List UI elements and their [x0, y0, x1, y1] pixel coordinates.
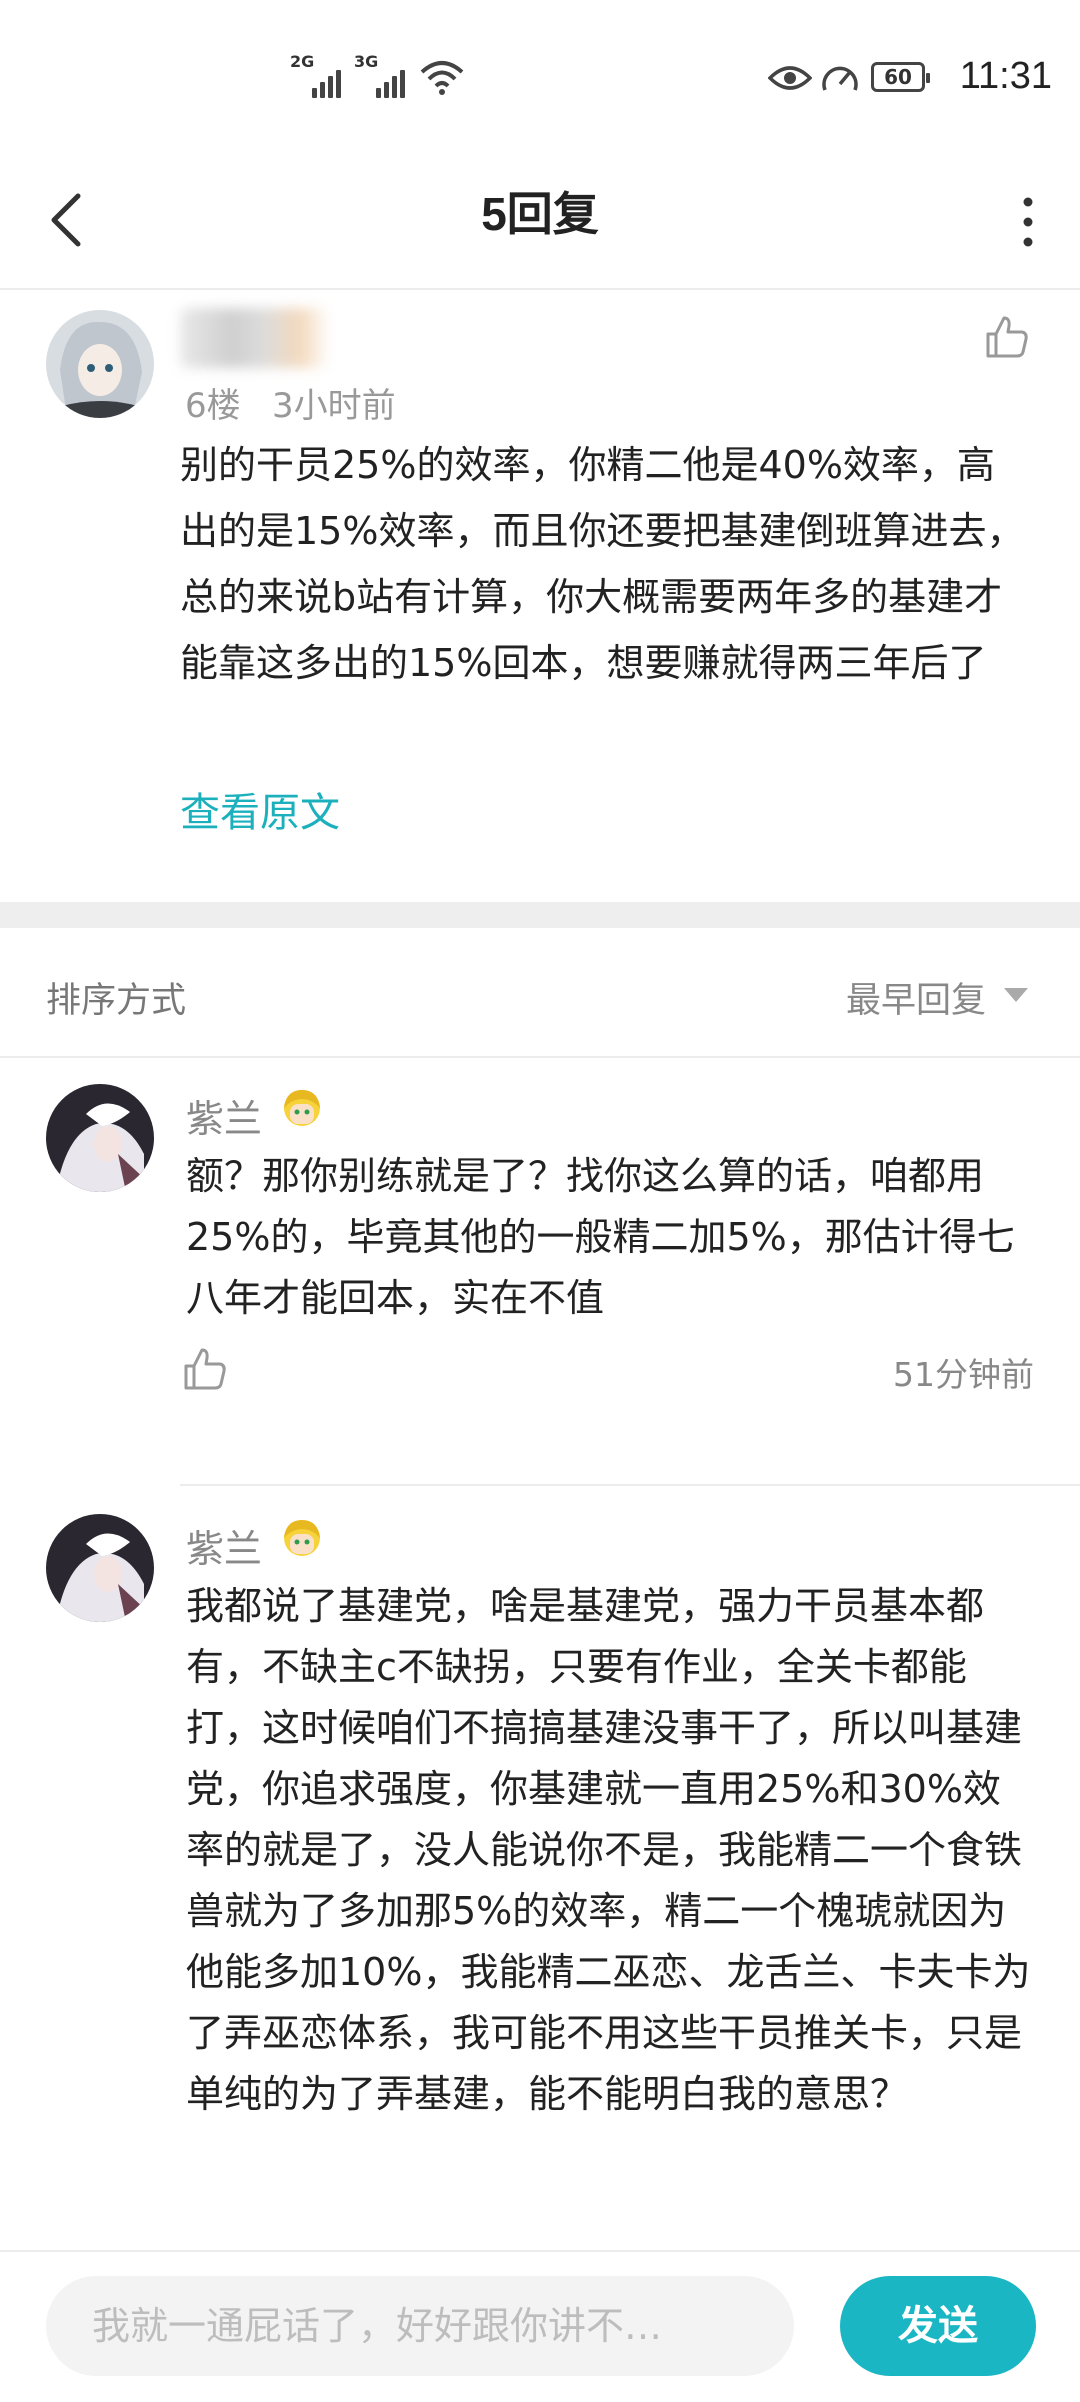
status-bar: 2G 3G 60 11:31	[0, 0, 1080, 160]
section-divider	[0, 902, 1080, 928]
reply-item: 紫兰 我都说了基建党，啥是基建党，强力干员基本都有，不缺主c不缺拐，只要有作业，…	[0, 1488, 1080, 2248]
view-original-link[interactable]: 查看原文	[180, 780, 340, 838]
main-post: 6楼 3小时前 别的干员25%的效率，你精二他是40%效率，高出的是15%效率，…	[0, 290, 1080, 902]
post-time: 3小时前	[272, 386, 396, 426]
reply-content: 额？那你别练就是了？找你这么算的话，咱都用25%的，毕竟其他的一般精二加5%，那…	[186, 1154, 1015, 1320]
user-badge-icon	[284, 1520, 320, 1556]
clock: 11:31	[959, 55, 1052, 97]
signal-3g-icon: 3G	[354, 52, 405, 98]
caret-down-icon[interactable]	[1004, 988, 1028, 1002]
top-bar: 5回复	[0, 160, 1080, 290]
thumbs-up-icon[interactable]	[982, 312, 1032, 362]
more-options-icon[interactable]	[1016, 190, 1040, 254]
user-badge-icon	[284, 1090, 320, 1126]
sort-row: 排序方式 最早回复	[0, 928, 1080, 1058]
speed-icon	[822, 66, 858, 91]
username-blurred	[180, 308, 330, 368]
reply-username[interactable]: 紫兰	[186, 1088, 262, 1143]
sort-dropdown[interactable]: 最早回复	[846, 972, 986, 1023]
reply-input[interactable]	[46, 2276, 794, 2376]
avatar[interactable]	[46, 1084, 154, 1192]
reply-username[interactable]: 紫兰	[186, 1518, 262, 1573]
reply-item: 紫兰 额？那你别练就是了？找你这么算的话，咱都用25%的，毕竟其他的一般精二加5…	[0, 1058, 1080, 1488]
battery-icon: 60	[871, 62, 930, 92]
sort-label: 排序方式	[46, 981, 187, 1021]
page-title: 5回复	[481, 188, 599, 240]
eye-icon	[768, 66, 812, 90]
reply-input-bar: 发送	[0, 2250, 1080, 2402]
floor-number: 6楼	[185, 386, 241, 426]
avatar[interactable]	[46, 1514, 154, 1622]
post-content: 别的干员25%的效率，你精二他是40%效率，高出的是15%效率，而且你还要把基建…	[180, 443, 1025, 685]
thumbs-up-icon[interactable]	[180, 1344, 230, 1394]
reply-content: 我都说了基建党，啥是基建党，强力干员基本都有，不缺主c不缺拐，只要有作业，全关卡…	[186, 1584, 1031, 2116]
reply-time: 51分钟前	[893, 1355, 1034, 1394]
wifi-icon	[420, 61, 464, 95]
signal-2g-icon: 2G	[290, 52, 341, 98]
send-button[interactable]: 发送	[840, 2276, 1036, 2376]
divider	[180, 1484, 1080, 1486]
avatar[interactable]	[46, 310, 154, 418]
